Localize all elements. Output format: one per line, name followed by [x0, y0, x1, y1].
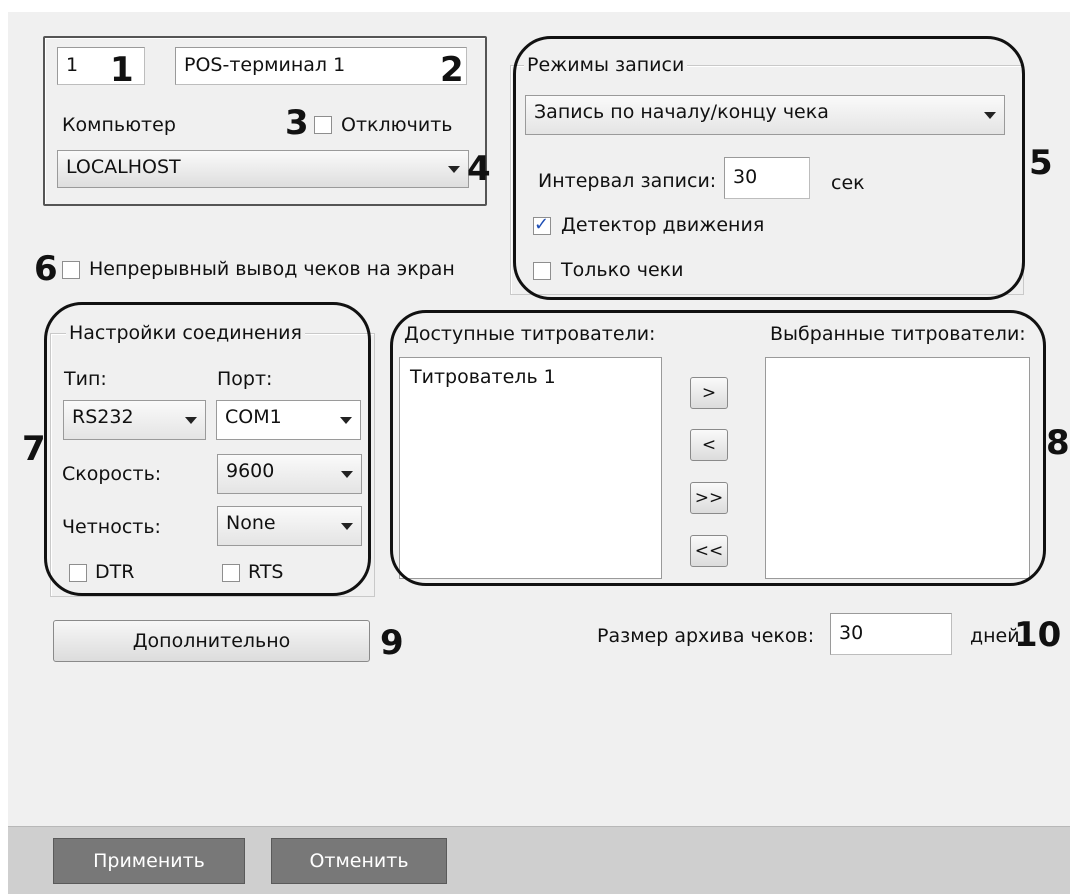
speed-select[interactable]: 9600 — [217, 454, 362, 494]
marker-4: 4 — [467, 149, 491, 189]
chevron-down-icon — [341, 471, 353, 478]
marker-9: 9 — [380, 623, 404, 663]
port-select-value: COM1 — [225, 406, 282, 428]
continuous-output-checkbox[interactable] — [62, 261, 80, 279]
archive-size-label: Размер архива чеков: — [597, 625, 815, 647]
computer-label: Компьютер — [62, 114, 176, 136]
remove-titler-button[interactable]: < — [690, 429, 728, 461]
receipts-only-checkbox[interactable] — [533, 262, 551, 280]
continuous-output-label: Непрерывный вывод чеков на экран — [89, 258, 455, 280]
marker-2: 2 — [440, 50, 464, 90]
available-titlers-list[interactable]: Титрователь 1 — [399, 357, 662, 579]
type-select-value: RS232 — [72, 406, 134, 428]
interval-unit: сек — [831, 172, 865, 194]
cancel-button[interactable]: Отменить — [271, 838, 447, 884]
marker-1: 1 — [110, 50, 134, 90]
chevron-down-icon — [341, 523, 353, 530]
archive-size-unit: дней — [970, 625, 1020, 647]
interval-input[interactable]: 30 — [724, 157, 810, 199]
list-item[interactable]: Титрователь 1 — [410, 366, 651, 388]
type-label: Тип: — [64, 368, 107, 390]
computer-select-value: LOCALHOST — [66, 156, 181, 178]
speed-select-value: 9600 — [226, 460, 275, 482]
recording-group-title: Режимы записи — [524, 54, 688, 76]
chevron-down-icon — [185, 417, 197, 424]
advanced-button[interactable]: Дополнительно — [53, 620, 370, 662]
apply-button[interactable]: Применить — [53, 838, 245, 884]
chevron-down-icon — [340, 417, 352, 424]
marker-5: 5 — [1029, 143, 1053, 183]
rts-label: RTS — [248, 561, 284, 583]
chevron-down-icon — [984, 112, 996, 119]
selected-titlers-label: Выбранные титрователи: — [770, 323, 1026, 345]
chevron-down-icon — [448, 166, 460, 173]
motion-detector-checkbox[interactable]: ✓ — [533, 214, 551, 235]
parity-label: Четность: — [62, 516, 161, 538]
terminal-name-field[interactable]: POS-терминал 1 — [175, 47, 467, 85]
dtr-checkbox[interactable] — [69, 564, 87, 582]
recording-mode-select[interactable]: Запись по началу/концу чека — [525, 95, 1005, 135]
rts-checkbox[interactable] — [222, 564, 240, 582]
speed-label: Скорость: — [62, 463, 162, 485]
marker-7: 7 — [22, 429, 46, 469]
motion-detector-label: Детектор движения — [561, 214, 765, 236]
disable-label: Отключить — [341, 114, 453, 136]
marker-3: 3 — [285, 103, 309, 143]
receipts-only-label: Только чеки — [561, 259, 684, 281]
interval-label: Интервал записи: — [538, 170, 717, 192]
available-titlers-label: Доступные титрователи: — [402, 323, 658, 345]
type-select[interactable]: RS232 — [63, 400, 206, 440]
marker-6: 6 — [34, 249, 58, 289]
archive-size-input[interactable]: 30 — [830, 613, 952, 655]
recording-mode-value: Запись по началу/концу чека — [534, 101, 829, 123]
add-all-titlers-button[interactable]: >> — [690, 482, 728, 514]
computer-select[interactable]: LOCALHOST — [57, 150, 469, 188]
selected-titlers-list[interactable] — [765, 357, 1030, 579]
parity-select[interactable]: None — [217, 506, 362, 546]
disable-checkbox[interactable] — [314, 116, 332, 134]
connection-group-title: Настройки соединения — [66, 322, 305, 344]
port-label: Порт: — [217, 368, 273, 390]
port-select[interactable]: COM1 — [216, 400, 361, 440]
add-titler-button[interactable]: > — [690, 377, 728, 409]
marker-10: 10 — [1014, 615, 1062, 655]
checkmark-icon: ✓ — [534, 214, 550, 235]
dtr-label: DTR — [95, 561, 135, 583]
remove-all-titlers-button[interactable]: << — [690, 535, 728, 567]
marker-8: 8 — [1046, 423, 1070, 463]
parity-select-value: None — [226, 512, 276, 534]
